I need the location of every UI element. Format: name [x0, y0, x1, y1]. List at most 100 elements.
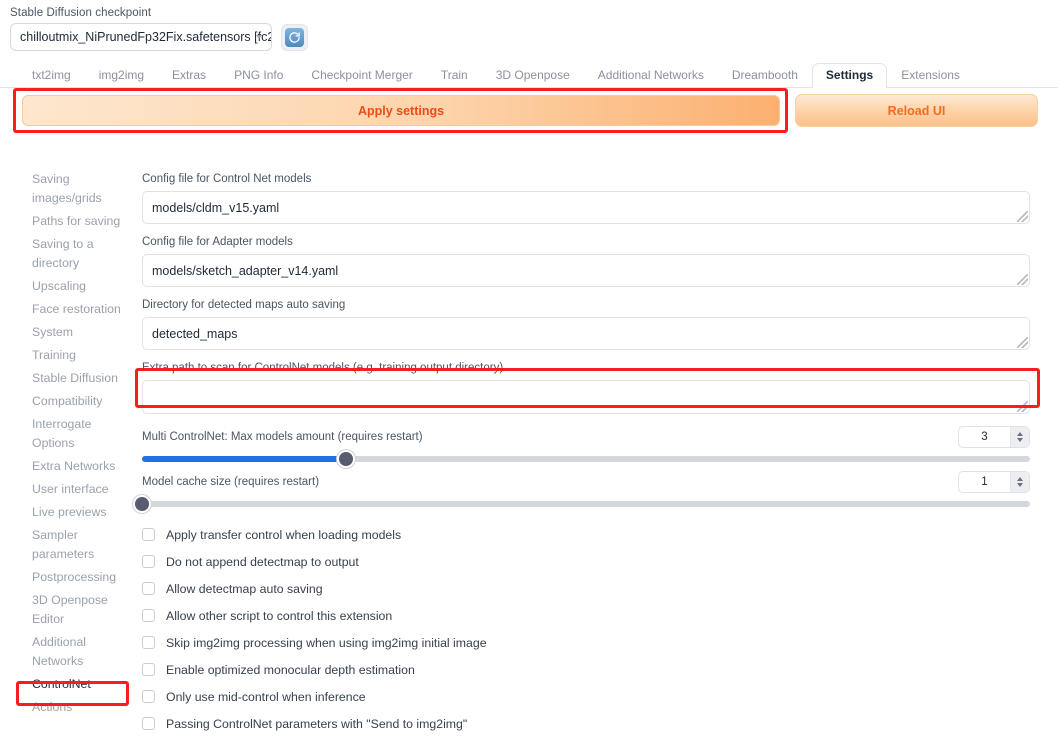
text-input-1[interactable]: models/sketch_adapter_v14.yaml [142, 254, 1030, 287]
chevron-up-icon[interactable] [1017, 432, 1023, 436]
tab-3d-openpose[interactable]: 3D Openpose [482, 63, 584, 88]
tab-txt2img[interactable]: txt2img [18, 63, 85, 88]
checkbox-icon[interactable] [142, 582, 155, 595]
sidebar-item-saving-to-a-directory[interactable]: Saving to a directory [14, 233, 132, 275]
chevron-down-icon[interactable] [1017, 483, 1023, 487]
sidebar-item-3d-openpose-editor[interactable]: 3D Openpose Editor [14, 589, 132, 631]
tab-checkpoint-merger[interactable]: Checkpoint Merger [297, 63, 426, 88]
resize-handle-icon[interactable] [1017, 401, 1028, 412]
sidebar-item-stable-diffusion[interactable]: Stable Diffusion [14, 367, 132, 390]
tab-png-info[interactable]: PNG Info [220, 63, 297, 88]
checkbox-icon[interactable] [142, 528, 155, 541]
checkbox-label: Passing ControlNet parameters with "Send… [166, 716, 468, 731]
checkpoint-selector-group: Stable Diffusion checkpoint chilloutmix_… [10, 6, 308, 51]
sidebar-item-saving-images-grids[interactable]: Saving images/grids [14, 168, 132, 210]
field-label: Directory for detected maps auto saving [142, 299, 346, 311]
tab-settings[interactable]: Settings [811, 63, 888, 88]
resize-handle-icon[interactable] [1017, 274, 1028, 285]
settings-page: Stable Diffusion checkpoint chilloutmix_… [0, 0, 1058, 745]
text-input-0[interactable]: models/cldm_v15.yaml [142, 191, 1030, 224]
resize-handle-icon[interactable] [1017, 337, 1028, 348]
sidebar-item-face-restoration[interactable]: Face restoration [14, 298, 132, 321]
slider-row: Multi ControlNet: Max models amount (req… [142, 425, 1030, 468]
checkbox-label: Only use mid-control when inference [166, 689, 366, 704]
checkbox-label: Allow other script to control this exten… [166, 608, 393, 623]
sidebar-item-sampler-parameters[interactable]: Sampler parameters [14, 524, 132, 566]
number-stepper[interactable] [1010, 427, 1029, 447]
refresh-icon [285, 27, 304, 47]
textarea-wrapper: models/cldm_v15.yaml [142, 191, 1030, 224]
sidebar-item-controlnet[interactable]: ControlNet [14, 673, 132, 696]
textarea-wrapper: models/sketch_adapter_v14.yaml [142, 254, 1030, 287]
checkpoint-value: chilloutmix_NiPrunedFp32Fix.safetensors … [20, 30, 272, 44]
sidebar-item-actions[interactable]: Actions [14, 696, 132, 719]
checkbox-icon[interactable] [142, 717, 155, 730]
slider-track[interactable] [133, 495, 1030, 513]
number-stepper[interactable] [1010, 472, 1029, 492]
apply-settings-button[interactable]: Apply settings [22, 95, 780, 126]
checkbox-row[interactable]: Skip img2img processing when using img2i… [142, 629, 1030, 656]
slider-row: Model cache size (requires restart) 1 [133, 470, 1030, 513]
sidebar-item-system[interactable]: System [14, 321, 132, 344]
checkbox-label: Allow detectmap auto saving [166, 581, 323, 596]
checkbox-label: Do not append detectmap to output [166, 554, 359, 569]
text-input-2[interactable]: detected_maps [142, 317, 1030, 350]
tab-dreambooth[interactable]: Dreambooth [718, 63, 812, 88]
tab-img2img[interactable]: img2img [85, 63, 158, 88]
number-value: 3 [981, 431, 988, 443]
checkbox-icon[interactable] [142, 555, 155, 568]
slider-track[interactable] [142, 450, 1030, 468]
chevron-down-icon[interactable] [1017, 438, 1023, 442]
settings-main-panel: Config file for Control Net models models… [133, 172, 1030, 737]
refresh-checkpoints-button[interactable] [281, 23, 308, 51]
sidebar-item-upscaling[interactable]: Upscaling [14, 275, 132, 298]
checkbox-label: Apply transfer control when loading mode… [166, 527, 402, 542]
number-input-0[interactable]: 3 [958, 426, 1030, 448]
resize-handle-icon[interactable] [1017, 211, 1028, 222]
field-label: Config file for Adapter models [142, 236, 293, 248]
chevron-down-icon [256, 35, 262, 39]
checkbox-row[interactable]: Passing ControlNet parameters with "Send… [142, 710, 1030, 737]
tab-extras[interactable]: Extras [158, 63, 220, 88]
tab-additional-networks[interactable]: Additional Networks [584, 63, 718, 88]
checkbox-icon[interactable] [142, 690, 155, 703]
tab-extensions[interactable]: Extensions [887, 63, 974, 88]
text-input-3[interactable] [142, 380, 1030, 414]
main-tab-bar: txt2img img2img Extras PNG Info Checkpoint M… [0, 62, 1058, 88]
sidebar-item-additional-networks[interactable]: Additional Networks [14, 631, 132, 673]
checkbox-row[interactable]: Apply transfer control when loading mode… [142, 521, 1030, 548]
checkbox-icon[interactable] [142, 609, 155, 622]
checkbox-list: Apply transfer control when loading mode… [142, 521, 1030, 737]
checkbox-row[interactable]: Only use mid-control when inference [142, 683, 1030, 710]
sidebar-item-postprocessing[interactable]: Postprocessing [14, 566, 132, 589]
slider-fill [142, 456, 347, 462]
slider-header: Model cache size (requires restart) 1 [142, 470, 1030, 494]
chevron-up-icon[interactable] [1017, 477, 1023, 481]
checkbox-row[interactable]: Do not append detectmap to output [142, 548, 1030, 575]
sidebar-item-training[interactable]: Training [14, 344, 132, 367]
slider-thumb[interactable] [337, 450, 356, 468]
field-label: Extra path to scan for ControlNet models… [142, 362, 504, 374]
sidebar-item-user-interface[interactable]: User interface [14, 478, 132, 501]
sidebar-item-paths-for-saving[interactable]: Paths for saving [14, 210, 132, 233]
slider-label: Multi ControlNet: Max models amount (req… [142, 430, 423, 443]
checkbox-icon[interactable] [142, 636, 155, 649]
settings-sidebar: Saving images/grids Paths for saving Savin… [14, 168, 132, 719]
checkbox-row[interactable]: Enable optimized monocular depth estimat… [142, 656, 1030, 683]
sidebar-item-compatibility[interactable]: Compatibility [14, 390, 132, 413]
checkpoint-controls: chilloutmix_NiPrunedFp32Fix.safetensors … [10, 23, 308, 51]
checkpoint-dropdown[interactable]: chilloutmix_NiPrunedFp32Fix.safetensors … [10, 23, 272, 51]
checkbox-row[interactable]: Allow detectmap auto saving [142, 575, 1030, 602]
reload-ui-button[interactable]: Reload UI [795, 94, 1038, 127]
sidebar-item-live-previews[interactable]: Live previews [14, 501, 132, 524]
tab-train[interactable]: Train [427, 63, 482, 88]
sidebar-item-interrogate-options[interactable]: Interrogate Options [14, 413, 132, 455]
slider-thumb[interactable] [133, 495, 151, 513]
field-label: Config file for Control Net models [142, 173, 312, 185]
checkbox-icon[interactable] [142, 663, 155, 676]
checkpoint-label: Stable Diffusion checkpoint [10, 7, 152, 19]
checkbox-row[interactable]: Allow other script to control this exten… [142, 602, 1030, 629]
textarea-wrapper: detected_maps [142, 317, 1030, 350]
sidebar-item-extra-networks[interactable]: Extra Networks [14, 455, 132, 478]
number-input-1[interactable]: 1 [958, 471, 1030, 493]
